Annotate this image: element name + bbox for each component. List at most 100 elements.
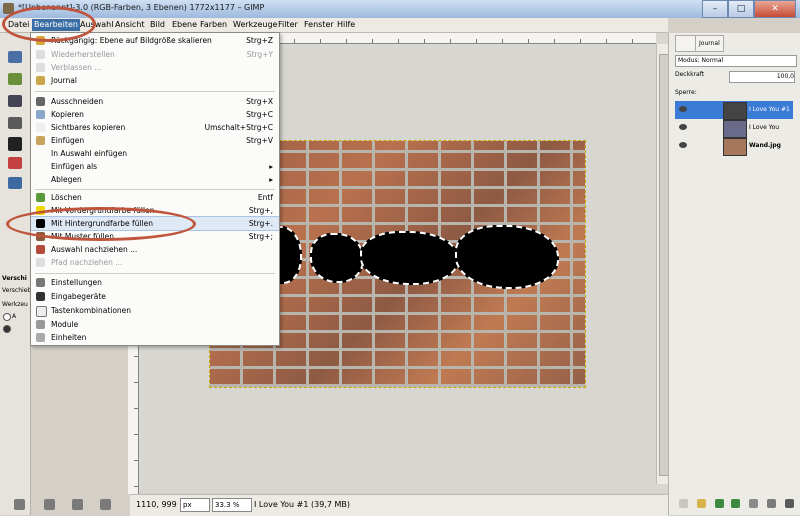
- menu-item-paste-into[interactable]: In Auswahl einfügen: [31, 147, 279, 160]
- tool-options-title: Verschi: [2, 275, 27, 282]
- menu-ebene[interactable]: Ebene: [170, 19, 199, 31]
- menu-item-fade[interactable]: Verblassen ...: [31, 61, 279, 74]
- toolbox-bottom-bar: [0, 497, 130, 515]
- eye-icon[interactable]: [679, 142, 687, 148]
- opacity-label: Deckkraft: [675, 71, 705, 78]
- eye-icon[interactable]: [679, 106, 687, 112]
- copy-visible-icon: [36, 123, 45, 132]
- stroke-selection-icon: [36, 245, 45, 254]
- delete-layer-icon[interactable]: [785, 499, 794, 508]
- raise-layer-icon[interactable]: [715, 499, 724, 508]
- menu-item-stroke-path[interactable]: Pfad nachziehen ...: [31, 256, 279, 269]
- statusbar: 1110, 999 px 33.3 % I Love You #1 (39,7 …: [130, 494, 668, 516]
- eraser-icon[interactable]: [8, 157, 22, 169]
- menu-item-preferences[interactable]: Einstellungen: [31, 276, 279, 289]
- menu-filter[interactable]: Filter: [276, 19, 300, 31]
- window-controls: – □ ✕: [702, 0, 796, 18]
- paste-icon: [36, 136, 45, 145]
- menu-item-buffer[interactable]: Ablegen ▸: [31, 173, 279, 186]
- lasso-icon[interactable]: [8, 73, 22, 85]
- journal-tab[interactable]: Journal: [695, 35, 724, 52]
- mode-select[interactable]: Modus: Normal: [675, 55, 797, 67]
- tool-options-label: Werkzeu: [2, 301, 28, 308]
- new-layer-icon[interactable]: [679, 499, 688, 508]
- menu-item-journal[interactable]: Journal: [31, 74, 279, 87]
- menu-separator: [35, 91, 275, 92]
- close-button[interactable]: ✕: [754, 0, 796, 18]
- restore-options-icon[interactable]: [44, 499, 55, 510]
- radio-option-2[interactable]: [3, 325, 11, 333]
- text-tool-icon[interactable]: [8, 137, 22, 151]
- menu-item-modules[interactable]: Module: [31, 318, 279, 331]
- menu-fenster[interactable]: Fenster: [302, 19, 336, 31]
- layer-name: Wand.jpg: [749, 142, 781, 149]
- minimize-button[interactable]: –: [702, 0, 728, 18]
- pointer-coords: 1110, 999: [136, 500, 177, 509]
- menu-separator: [35, 189, 275, 190]
- layer-thumbnail: [723, 120, 747, 138]
- menu-werkzeuge[interactable]: Werkzeuge: [231, 19, 279, 31]
- unit-select[interactable]: px: [180, 498, 210, 512]
- menu-item-paste[interactable]: Einfügen Strg+V: [31, 134, 279, 147]
- layer-name: I Love You #1: [749, 106, 790, 113]
- menubar: Datei Bearbeiten Auswahl Ansicht Bild Eb…: [0, 18, 668, 33]
- text-selection-blob: [310, 233, 364, 283]
- modules-icon: [36, 320, 45, 329]
- layer-thumbnail: [723, 102, 747, 120]
- text-selection-blob: [360, 231, 459, 285]
- preferences-icon: [36, 278, 45, 287]
- layer-info: I Love You #1 (39,7 MB): [254, 500, 350, 509]
- move-icon[interactable]: [8, 95, 22, 107]
- layer-group-icon[interactable]: [697, 499, 706, 508]
- text-selection-blob: [455, 225, 559, 289]
- redo-icon: [36, 50, 45, 59]
- clear-icon: [36, 193, 45, 202]
- layer-name: I Love You: [749, 124, 780, 131]
- toolbox: Verschi Verschieben Werkzeu A: [0, 33, 39, 515]
- menu-item-shortcuts[interactable]: Tastenkombinationen: [31, 304, 279, 317]
- menu-item-paste-as[interactable]: Einfügen als ▸: [31, 160, 279, 173]
- layer-thumbnail: [723, 138, 747, 156]
- save-options-icon[interactable]: [14, 499, 25, 510]
- delete-options-icon[interactable]: [72, 499, 83, 510]
- anchor-icon[interactable]: [767, 499, 776, 508]
- layer-buttons: [669, 495, 800, 515]
- crop-icon[interactable]: [8, 117, 22, 129]
- bucket-icon[interactable]: [8, 177, 22, 189]
- stroke-path-icon: [36, 258, 45, 267]
- menu-farben[interactable]: Farben: [198, 19, 229, 31]
- layer-row[interactable]: I Love You: [675, 119, 793, 138]
- journal-icon: [36, 76, 45, 85]
- menu-item-units[interactable]: Einheiten: [31, 331, 279, 344]
- lower-layer-icon[interactable]: [731, 499, 740, 508]
- input-devices-icon: [36, 292, 45, 301]
- fade-icon: [36, 63, 45, 72]
- menu-item-redo[interactable]: Wiederherstellen Strg+Y: [31, 48, 279, 61]
- eye-icon[interactable]: [679, 124, 687, 130]
- units-icon: [36, 333, 45, 342]
- zoom-select[interactable]: 33.3 %: [212, 498, 252, 512]
- menu-item-stroke-selection[interactable]: Auswahl nachziehen ...: [31, 243, 279, 256]
- menu-item-clear[interactable]: Löschen Entf: [31, 191, 279, 204]
- radio-label: A: [12, 313, 17, 320]
- radio-option-1[interactable]: [3, 313, 11, 321]
- layers-tab[interactable]: [675, 35, 697, 52]
- reset-options-icon[interactable]: [100, 499, 111, 510]
- menu-ansicht[interactable]: Ansicht: [113, 19, 147, 31]
- menu-bild[interactable]: Bild: [148, 19, 167, 31]
- annotation-ring: [2, 6, 96, 42]
- menu-item-copy-visible[interactable]: Sichtbares kopieren Umschalt+Strg+C: [31, 121, 279, 134]
- lock-label: Sperre:: [675, 89, 697, 96]
- copy-icon: [36, 110, 45, 119]
- menu-item-cut[interactable]: Ausschneiden Strg+X: [31, 95, 279, 108]
- maximize-button[interactable]: □: [728, 0, 754, 18]
- layer-row[interactable]: I Love You #1: [675, 101, 793, 120]
- menu-hilfe[interactable]: Hilfe: [335, 19, 357, 31]
- duplicate-layer-icon[interactable]: [749, 499, 758, 508]
- opacity-value[interactable]: 100,0: [729, 71, 795, 83]
- rect-select-icon[interactable]: [8, 51, 22, 63]
- menu-item-copy[interactable]: Kopieren Strg+C: [31, 108, 279, 121]
- layer-row[interactable]: Wand.jpg: [675, 137, 793, 156]
- menu-item-input-devices[interactable]: Eingabegeräte: [31, 290, 279, 303]
- layers-dock: Journal Modus: Normal Deckkraft 100,0 Sp…: [668, 33, 800, 515]
